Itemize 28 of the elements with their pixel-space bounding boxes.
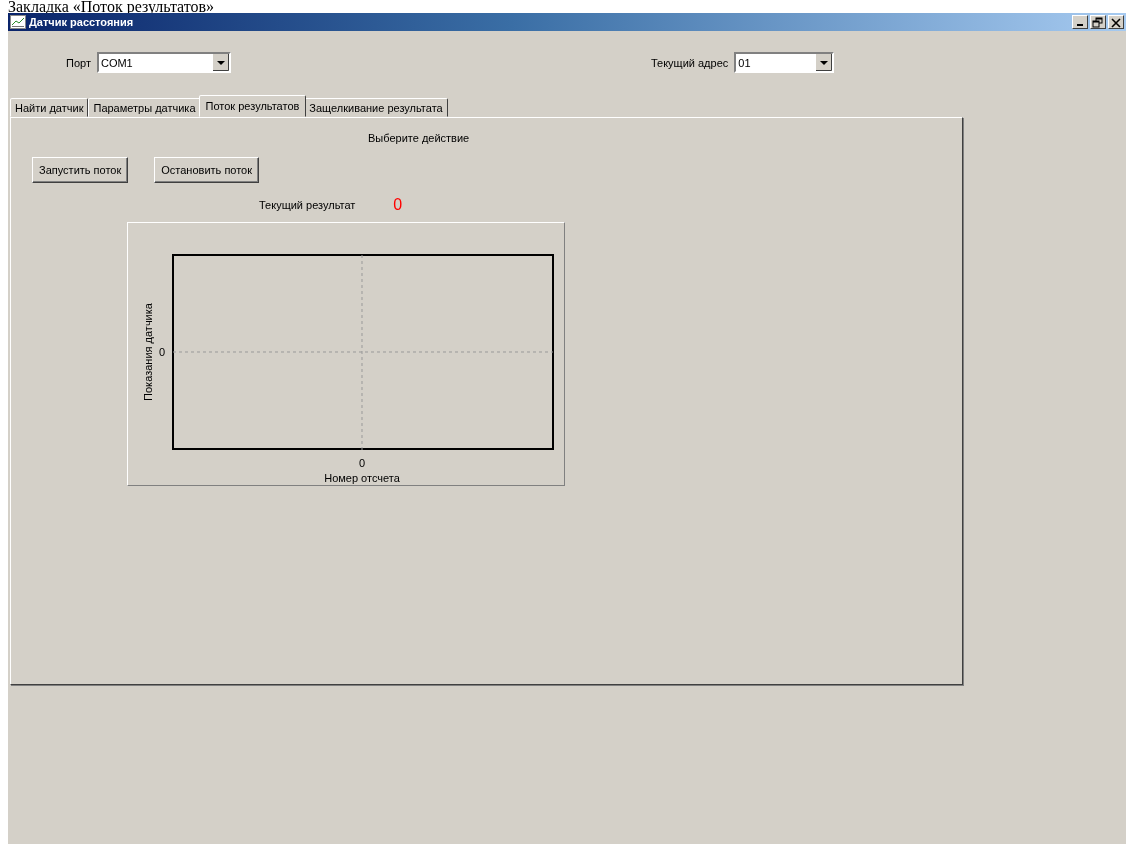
minimize-button[interactable] bbox=[1072, 15, 1088, 29]
prompt-text: Выберите действие bbox=[368, 132, 470, 144]
minimize-icon bbox=[1077, 24, 1083, 26]
axis-title: Показания датчика bbox=[142, 303, 154, 401]
restore-icon bbox=[1091, 15, 1105, 29]
close-button[interactable] bbox=[1108, 15, 1124, 29]
dropdown-arrow-icon bbox=[212, 54, 229, 71]
dropdown-field[interactable]: COM1 bbox=[96, 52, 231, 73]
restore-button[interactable] bbox=[1090, 15, 1106, 29]
tab[interactable]: Найти датчик bbox=[10, 98, 89, 117]
result-label: Текущий результат bbox=[259, 199, 356, 211]
window-title: Датчик расстояния bbox=[29, 16, 135, 28]
tab[interactable]: Поток результатов bbox=[198, 95, 307, 117]
tab[interactable]: Параметры датчика bbox=[88, 98, 201, 117]
field-label: Порт bbox=[66, 56, 91, 69]
field-label: Текущий адрес bbox=[650, 56, 729, 69]
axis-title: Номер отсчета bbox=[324, 472, 400, 484]
close-icon bbox=[1109, 15, 1123, 29]
action-button[interactable]: Запустить поток bbox=[32, 157, 129, 183]
tick-label: 0 bbox=[158, 346, 165, 358]
app-icon bbox=[10, 15, 26, 29]
document-caption: Закладка «Поток результатов» bbox=[7, 0, 216, 13]
result-value: 0 bbox=[393, 196, 403, 214]
tick-label: 0 bbox=[358, 457, 366, 469]
dropdown-field[interactable]: 01 bbox=[734, 52, 835, 73]
action-button[interactable]: Остановить поток bbox=[154, 157, 260, 183]
tab[interactable]: Защелкивание результата bbox=[304, 98, 448, 117]
dropdown-arrow-icon bbox=[816, 54, 833, 71]
